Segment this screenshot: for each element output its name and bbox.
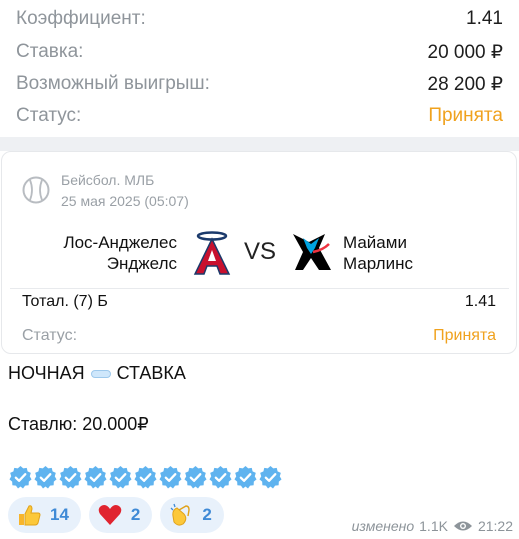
heart-icon (98, 505, 122, 525)
thumbs-up-icon (19, 505, 41, 526)
summary-row-odds: Коэффициент: 1.41 (16, 5, 503, 33)
summary-row-stake: Ставка: 20 000 ₽ (16, 38, 503, 66)
summary-value: 1.41 (466, 8, 503, 29)
verified-badges-row (8, 465, 283, 490)
card-status-value: Принята (433, 327, 496, 344)
reaction-thumbs-up[interactable]: 14 (8, 497, 81, 533)
reaction-clap[interactable]: 2 (160, 497, 224, 533)
home-team-name: Лос-Анджелес Энджелс (7, 232, 177, 274)
verified-badge-icon (134, 466, 157, 489)
verified-badge-icon (234, 466, 257, 489)
team-name-line: Лос-Анджелес (63, 233, 177, 252)
card-divider (10, 288, 509, 289)
title-word: СТАВКА (116, 363, 186, 383)
status-badge: Принята (428, 105, 503, 126)
baseball-icon (22, 176, 50, 204)
summary-label: Ставка: (16, 41, 84, 62)
card-status-label: Статус: (22, 327, 78, 344)
verified-badge-icon (34, 466, 57, 489)
team-name-line: Марлинс (343, 254, 413, 273)
versus-label: VS (244, 238, 277, 265)
summary-value: 28 200 ₽ (427, 73, 503, 95)
reaction-count: 2 (130, 505, 141, 524)
reaction-count: 2 (202, 505, 212, 524)
verified-badge-icon (109, 466, 132, 489)
league-label: Бейсбол. МЛБ (61, 172, 155, 188)
market-odds: 1.41 (464, 293, 496, 310)
summary-row-payout: Возможный выигрыш: 28 200 ₽ (16, 70, 503, 98)
verified-badge-icon (59, 466, 82, 489)
summary-label: Коэффициент: (16, 8, 146, 29)
team-name-line: Энджелс (106, 254, 177, 273)
away-team-name: Майами Марлинс (343, 232, 513, 274)
message-title: НОЧНАЯ СТАВКА (8, 363, 186, 384)
summary-row-status: Статус: Принята (16, 102, 503, 130)
verified-badge-icon (9, 466, 32, 489)
verified-badge-icon (259, 466, 282, 489)
verified-badge-icon (209, 466, 232, 489)
reaction-heart[interactable]: 2 (88, 497, 153, 533)
clapping-hands-icon (170, 503, 191, 526)
team-name-line: Майами (343, 233, 407, 252)
event-datetime: 25 мая 2025 (05:07) (61, 193, 189, 209)
view-count: 1.1K (419, 518, 448, 534)
edited-label: изменено (351, 518, 415, 534)
reaction-count: 14 (50, 505, 69, 524)
reactions-bar: 14 2 2 (8, 497, 224, 533)
message-time: 21:22 (477, 518, 513, 534)
message-bet-text: Ставлю: 20.000₽ (8, 414, 149, 434)
verified-badge-icon (159, 466, 182, 489)
summary-label: Статус: (16, 105, 82, 126)
verified-badge-icon (184, 466, 207, 489)
verified-badge-icon (84, 466, 107, 489)
title-word: НОЧНАЯ (8, 363, 85, 383)
bet-summary: Коэффициент: 1.41 Ставка: 20 000 ₽ Возмо… (0, 0, 519, 145)
angels-logo (193, 231, 231, 275)
summary-label: Возможный выигрыш: (16, 73, 210, 94)
pill-icon (90, 369, 111, 378)
eye-icon (453, 521, 472, 531)
message-meta: изменено 1.1K 21:22 (352, 518, 513, 534)
marlins-logo (293, 234, 331, 270)
section-separator (0, 137, 519, 151)
market-label: Тотал. (7) Б (22, 293, 108, 310)
summary-value: 20 000 ₽ (427, 41, 503, 63)
